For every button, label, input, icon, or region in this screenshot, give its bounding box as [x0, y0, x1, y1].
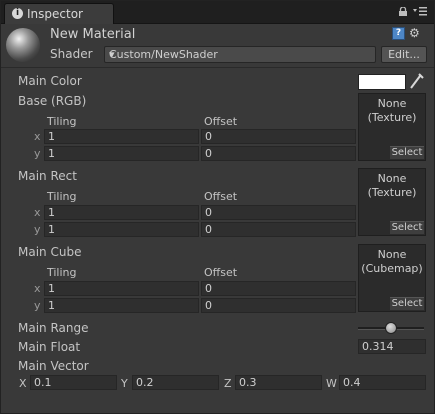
rect-tiling-x-field[interactable]: 1 — [44, 205, 199, 220]
header-divider — [1, 67, 434, 68]
cube-tiling-y-value: 1 — [48, 299, 55, 312]
vector-y-value: 0.2 — [136, 376, 154, 389]
vector-w-label: W — [326, 377, 337, 390]
cube-offset-label: Offset — [204, 266, 238, 279]
rect-texture-text: None (Texture) — [359, 172, 425, 200]
chevron-down-icon: ▾ — [109, 48, 115, 61]
menu-icon[interactable] — [413, 6, 427, 16]
vector-z-value: 0.3 — [239, 376, 257, 389]
cube-texture-none: None — [377, 248, 407, 261]
base-texture-none: None — [377, 97, 407, 110]
rect-y-label: y — [34, 223, 41, 236]
main-range-slider-thumb[interactable] — [385, 322, 397, 334]
main-vector-label: Main Vector — [18, 359, 89, 373]
main-float-label: Main Float — [18, 340, 81, 354]
inspector-window: i Inspector New Material Shader Custom/N… — [0, 0, 435, 414]
cube-tiling-y-field[interactable]: 1 — [44, 298, 199, 313]
vector-y-field[interactable]: 0.2 — [132, 375, 219, 390]
base-rgb-label: Base (RGB) — [18, 94, 87, 108]
info-icon: i — [12, 8, 23, 19]
cube-texture-text: None (Cubemap) — [359, 248, 425, 276]
cube-y-label: y — [34, 299, 41, 312]
base-texture-text: None (Texture) — [359, 97, 425, 125]
rect-tiling-y-value: 1 — [48, 223, 55, 236]
material-name: New Material — [50, 27, 136, 42]
eyedropper-icon[interactable] — [408, 72, 424, 90]
tab-label: Inspector — [27, 7, 83, 21]
base-offset-x-value: 0 — [205, 130, 212, 143]
rect-texture-type: (Texture) — [367, 186, 417, 199]
help-icon[interactable]: ? — [392, 27, 405, 40]
main-float-field[interactable]: 0.314 — [358, 339, 426, 354]
rect-texture-select-button[interactable]: Select — [390, 221, 424, 234]
vector-w-field[interactable]: 0.4 — [339, 375, 426, 390]
lock-icon[interactable] — [398, 7, 408, 16]
base-tiling-x-field[interactable]: 1 — [44, 129, 199, 144]
base-offset-y-value: 0 — [205, 147, 212, 160]
base-offset-x-field[interactable]: 0 — [201, 129, 356, 144]
vector-y-label: Y — [121, 377, 128, 390]
main-range-label: Main Range — [18, 321, 89, 335]
cube-tiling-x-field[interactable]: 1 — [44, 281, 199, 296]
vector-z-label: Z — [224, 377, 232, 390]
cube-x-label: x — [34, 282, 41, 295]
rect-offset-y-field[interactable]: 0 — [201, 222, 356, 237]
rect-tiling-label: Tiling — [47, 190, 77, 203]
base-x-label: x — [34, 130, 41, 143]
cube-texture-slot[interactable]: None (Cubemap) Select — [358, 244, 426, 312]
cube-tiling-label: Tiling — [47, 266, 77, 279]
cube-offset-x-value: 0 — [205, 282, 212, 295]
cube-offset-x-field[interactable]: 0 — [201, 281, 356, 296]
main-rect-label: Main Rect — [18, 169, 77, 183]
base-y-label: y — [34, 147, 41, 160]
cube-tiling-x-value: 1 — [48, 282, 55, 295]
vector-x-label: X — [19, 377, 27, 390]
base-offset-y-field[interactable]: 0 — [201, 146, 356, 161]
base-tiling-x-value: 1 — [48, 130, 55, 143]
rect-texture-none: None — [377, 172, 407, 185]
vector-w-value: 0.4 — [343, 376, 361, 389]
rect-x-label: x — [34, 206, 41, 219]
tab-bar: i Inspector — [1, 1, 434, 24]
base-texture-type: (Texture) — [367, 111, 417, 124]
rect-offset-label: Offset — [204, 190, 238, 203]
vector-z-field[interactable]: 0.3 — [235, 375, 322, 390]
material-header: New Material Shader Custom/NewShader ▾ E… — [1, 24, 434, 64]
base-texture-slot[interactable]: None (Texture) Select — [358, 93, 426, 161]
main-color-swatch[interactable] — [358, 74, 406, 90]
base-tiling-y-field[interactable]: 1 — [44, 146, 199, 161]
edit-button[interactable]: Edit... — [381, 46, 427, 63]
rect-tiling-y-field[interactable]: 1 — [44, 222, 199, 237]
cube-offset-y-value: 0 — [205, 299, 212, 312]
base-offset-label: Offset — [204, 115, 238, 128]
base-tiling-label: Tiling — [47, 115, 77, 128]
cube-texture-type: (Cubemap) — [361, 262, 423, 275]
main-float-value: 0.314 — [362, 340, 394, 353]
vector-x-value: 0.1 — [34, 376, 52, 389]
cube-offset-y-field[interactable]: 0 — [201, 298, 356, 313]
rect-offset-y-value: 0 — [205, 223, 212, 236]
rect-offset-x-field[interactable]: 0 — [201, 205, 356, 220]
rect-tiling-x-value: 1 — [48, 206, 55, 219]
rect-texture-slot[interactable]: None (Texture) Select — [358, 168, 426, 236]
base-tiling-y-value: 1 — [48, 147, 55, 160]
shader-label: Shader — [50, 47, 93, 61]
gear-icon[interactable]: ⚙ — [409, 26, 420, 40]
tab-inspector[interactable]: i Inspector — [4, 3, 114, 24]
material-preview-sphere — [6, 28, 40, 62]
shader-dropdown[interactable]: Custom/NewShader ▾ — [104, 46, 376, 63]
rect-offset-x-value: 0 — [205, 206, 212, 219]
main-color-label: Main Color — [18, 74, 82, 88]
main-cube-label: Main Cube — [18, 245, 82, 259]
base-texture-select-button[interactable]: Select — [390, 146, 424, 159]
vector-x-field[interactable]: 0.1 — [30, 375, 117, 390]
cube-texture-select-button[interactable]: Select — [390, 297, 424, 310]
